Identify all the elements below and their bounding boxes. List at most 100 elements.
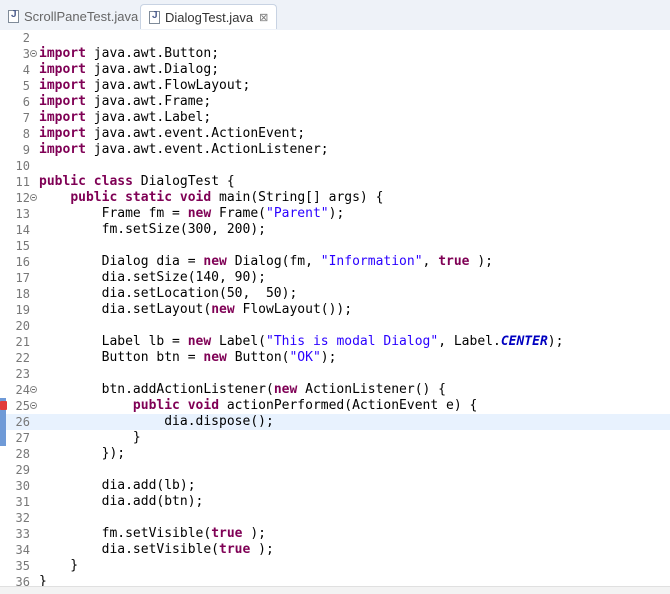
java-file-icon [8, 9, 19, 23]
keyword-token: import [39, 94, 94, 109]
code-text: import java.awt.Frame; [39, 94, 211, 110]
line-number: 3 [22, 47, 30, 61]
code-line[interactable]: 14 fm.setSize(300, 200); [0, 222, 670, 238]
line-number: 17 [15, 271, 30, 285]
code-line[interactable]: 11 public class DialogTest { [0, 174, 670, 190]
code-token: dia.setLocation(50, 50); [39, 286, 298, 301]
field-token: CENTER [500, 334, 548, 349]
code-line[interactable]: 23 [0, 366, 670, 382]
code-line[interactable]: 10 [0, 158, 670, 174]
fold-toggle-icon[interactable] [30, 386, 37, 393]
code-line[interactable]: 18 dia.setLocation(50, 50); [0, 286, 670, 302]
tab-dialogtest[interactable]: DialogTest.java ⊠ [140, 4, 278, 29]
keyword-token: void [187, 398, 227, 413]
code-line[interactable]: 20 [0, 318, 670, 334]
line-number: 22 [15, 351, 30, 365]
keyword-token: public [70, 190, 126, 205]
code-editor[interactable]: 2 3 import java.awt.Button; 4 import java.aw… [0, 30, 670, 593]
code-line[interactable]: 27 } [0, 430, 670, 446]
code-line[interactable]: 16 Dialog dia = new Dialog(fm, "Informat… [0, 254, 670, 270]
code-token: ActionListener() { [305, 382, 447, 397]
code-text: public static void main(String[] args) { [39, 190, 383, 206]
code-line[interactable]: 21 Label lb = new Label("This is modal D… [0, 334, 670, 350]
code-line[interactable]: 34 dia.setVisible(true ); [0, 542, 670, 558]
fold-toggle-icon[interactable] [30, 194, 37, 201]
line-number: 26 [15, 415, 30, 429]
code-text: Frame fm = new Frame("Parent"); [39, 206, 345, 222]
code-line[interactable]: 19 dia.setLayout(new FlowLayout()); [0, 302, 670, 318]
code-token: }); [39, 446, 126, 461]
line-number: 30 [15, 479, 30, 493]
code-text: dia.dispose(); [39, 414, 274, 430]
code-line[interactable]: 17 dia.setSize(140, 90); [0, 270, 670, 286]
code-line[interactable]: 31 dia.add(btn); [0, 494, 670, 510]
code-line[interactable]: 15 [0, 238, 670, 254]
code-text: public void actionPerformed(ActionEvent … [39, 398, 477, 414]
code-token: , [422, 254, 439, 269]
line-number: 7 [22, 111, 30, 125]
keyword-token: import [39, 126, 94, 141]
code-text: dia.setSize(140, 90); [39, 270, 266, 286]
fold-toggle-icon[interactable] [30, 50, 37, 57]
code-line[interactable]: 7 import java.awt.Label; [0, 110, 670, 126]
code-token: fm.setSize(300, 200); [39, 222, 266, 237]
code-line[interactable]: 4 import java.awt.Dialog; [0, 62, 670, 78]
code-token: btn.addActionListener( [39, 382, 274, 397]
code-token: ); [250, 526, 266, 541]
fold-toggle-icon[interactable] [30, 402, 37, 409]
code-token: fm.setVisible( [39, 526, 212, 541]
code-token: DialogTest { [140, 174, 235, 189]
line-number: 16 [15, 255, 30, 269]
code-text: import java.awt.FlowLayout; [39, 78, 250, 94]
code-token: dia.add(lb); [39, 478, 196, 493]
code-line[interactable]: 3 import java.awt.Button; [0, 46, 670, 62]
code-token: FlowLayout()); [242, 302, 353, 317]
keyword-token: static [125, 190, 180, 205]
keyword-token: import [39, 110, 94, 125]
close-tab-icon[interactable]: ⊠ [259, 11, 268, 24]
keyword-token: new [187, 206, 220, 221]
code-line[interactable]: 9 import java.awt.event.ActionListener; [0, 142, 670, 158]
code-token: Frame( [219, 206, 266, 221]
code-line[interactable]: 29 [0, 462, 670, 478]
code-token: java.awt.Dialog; [93, 62, 220, 77]
line-number: 14 [15, 223, 30, 237]
keyword-token: class [93, 174, 141, 189]
code-token: Button( [234, 350, 290, 365]
code-line[interactable]: 8 import java.awt.event.ActionEvent; [0, 126, 670, 142]
code-text: dia.add(btn); [39, 494, 204, 510]
code-line[interactable]: 12 public static void main(String[] args… [0, 190, 670, 206]
code-line[interactable]: 30 dia.add(lb); [0, 478, 670, 494]
code-line[interactable]: 25 public void actionPerformed(ActionEve… [0, 398, 670, 414]
line-number: 12 [15, 191, 30, 205]
code-line[interactable]: 22 Button btn = new Button("OK"); [0, 350, 670, 366]
code-line[interactable]: 6 import java.awt.Frame; [0, 94, 670, 110]
code-line[interactable]: 35 } [0, 558, 670, 574]
code-line[interactable]: 33 fm.setVisible(true ); [0, 526, 670, 542]
code-line[interactable]: 13 Frame fm = new Frame("Parent"); [0, 206, 670, 222]
code-line[interactable]: 5 import java.awt.FlowLayout; [0, 78, 670, 94]
keyword-token: public [132, 398, 188, 413]
line-number: 24 [15, 383, 30, 397]
keyword-token: import [39, 142, 94, 157]
code-line[interactable]: 26 dia.dispose(); [0, 414, 670, 430]
keyword-token: import [39, 78, 94, 93]
tab-scrollpanetest[interactable]: ScrollPaneTest.java [2, 4, 146, 28]
code-text: import java.awt.event.ActionEvent; [39, 126, 305, 142]
code-line[interactable]: 28 }); [0, 446, 670, 462]
line-number: 18 [15, 287, 30, 301]
code-line[interactable]: 24 btn.addActionListener(new ActionListe… [0, 382, 670, 398]
line-number: 35 [15, 559, 30, 573]
code-token: } [39, 430, 141, 445]
code-line[interactable]: 2 [0, 30, 670, 46]
keyword-token: true [211, 526, 251, 541]
code-line[interactable]: 32 [0, 510, 670, 526]
keyword-token: new [211, 302, 243, 317]
line-number: 23 [15, 367, 30, 381]
code-token: dia.setVisible( [39, 542, 220, 557]
code-token: Label lb = [39, 334, 188, 349]
code-text: fm.setSize(300, 200); [39, 222, 266, 238]
code-text: import java.awt.Button; [39, 46, 219, 62]
